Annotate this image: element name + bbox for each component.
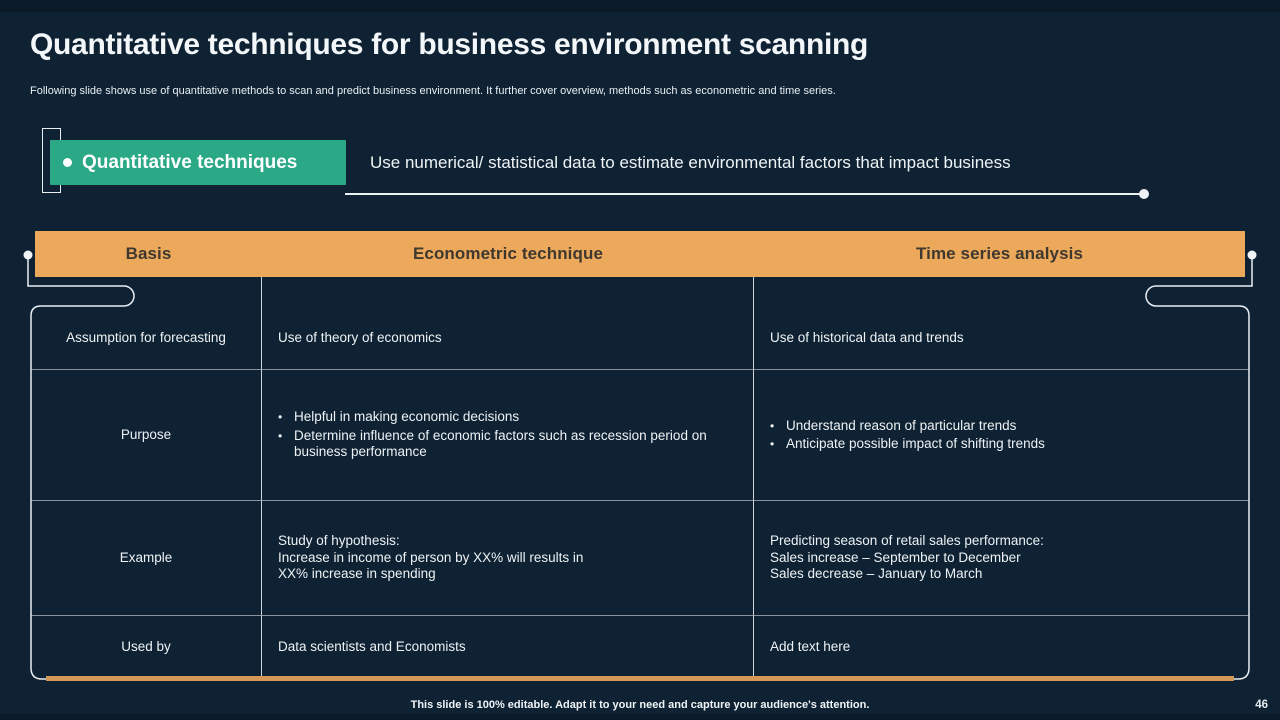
cell-time-series-row1: Use of historical data and trends	[754, 277, 1249, 370]
bullet-item: Helpful in making economic decisions	[278, 409, 739, 426]
header-cell-time-series: Time series analysis	[754, 231, 1245, 277]
badge-label: Quantitative techniques	[82, 152, 297, 174]
header-cell-basis: Basis	[35, 231, 262, 277]
cell-text: Use of historical data and trends	[770, 330, 1235, 347]
cell-line: XX% increase in spending	[278, 566, 739, 583]
slide: Quantitative techniques for business env…	[0, 0, 1280, 720]
bullet-text: Determine influence of economic factors …	[294, 428, 739, 461]
bullet-icon	[278, 409, 294, 426]
slide-title: Quantitative techniques for business env…	[30, 28, 1130, 62]
cell-basis-row4: Used by	[31, 616, 262, 679]
cell-econometric-row2: Helpful in making economic decisions Det…	[262, 370, 754, 501]
bottom-band	[0, 714, 1280, 720]
bullet-item: Anticipate possible impact of shifting t…	[770, 436, 1235, 453]
cell-text: Add text here	[770, 639, 1235, 656]
bullet-text: Understand reason of particular trends	[786, 418, 1016, 435]
page-number: 46	[1255, 699, 1268, 711]
cell-text: Use of theory of economics	[278, 330, 739, 347]
cell-text: Used by	[121, 639, 171, 656]
top-band	[0, 0, 1280, 12]
cell-line: Predicting season of retail sales perfor…	[770, 533, 1235, 550]
connector-line	[345, 193, 1143, 195]
cell-line: Sales decrease – January to March	[770, 566, 1235, 583]
badge-bullet-icon	[63, 158, 72, 167]
callout-description: Use numerical/ statistical data to estim…	[370, 140, 1150, 185]
footer-note: This slide is 100% editable. Adapt it to…	[0, 699, 1280, 711]
cell-time-series-row4: Add text here	[754, 616, 1249, 679]
cell-basis-row1: Assumption for forecasting	[31, 277, 262, 370]
cell-econometric-row4: Data scientists and Economists	[262, 616, 754, 679]
cell-line: Increase in income of person by XX% will…	[278, 550, 739, 567]
bullet-item: Understand reason of particular trends	[770, 418, 1235, 435]
cell-text: Data scientists and Economists	[278, 639, 739, 656]
table-header-bar: Basis Econometric technique Time series …	[35, 231, 1245, 277]
slide-subtitle: Following slide shows use of quantitativ…	[30, 84, 1180, 98]
cell-text: Assumption for forecasting	[66, 330, 226, 347]
table-body: Assumption for forecasting Use of theory…	[31, 277, 1249, 679]
cell-econometric-row1: Use of theory of economics	[262, 277, 754, 370]
quantitative-techniques-badge: Quantitative techniques	[50, 140, 346, 185]
cell-time-series-row3: Predicting season of retail sales perfor…	[754, 501, 1249, 616]
bullet-item: Determine influence of economic factors …	[278, 428, 739, 461]
connector-end-dot-icon	[1139, 189, 1149, 199]
bullet-text: Anticipate possible impact of shifting t…	[786, 436, 1045, 453]
bullet-icon	[278, 428, 294, 445]
header-right-dot-icon	[1248, 251, 1257, 260]
table-bottom-accent-line	[46, 676, 1234, 681]
header-left-dot-icon	[24, 251, 33, 260]
header-cell-econometric: Econometric technique	[262, 231, 754, 277]
cell-basis-row3: Example	[31, 501, 262, 616]
cell-line: Sales increase – September to December	[770, 550, 1235, 567]
cell-text: Example	[120, 550, 173, 567]
cell-econometric-row3: Study of hypothesis: Increase in income …	[262, 501, 754, 616]
cell-basis-row2: Purpose	[31, 370, 262, 501]
cell-text: Purpose	[121, 427, 171, 444]
bullet-text: Helpful in making economic decisions	[294, 409, 519, 426]
cell-time-series-row2: Understand reason of particular trends A…	[754, 370, 1249, 501]
bullet-icon	[770, 418, 786, 435]
cell-line: Study of hypothesis:	[278, 533, 739, 550]
bullet-icon	[770, 436, 786, 453]
